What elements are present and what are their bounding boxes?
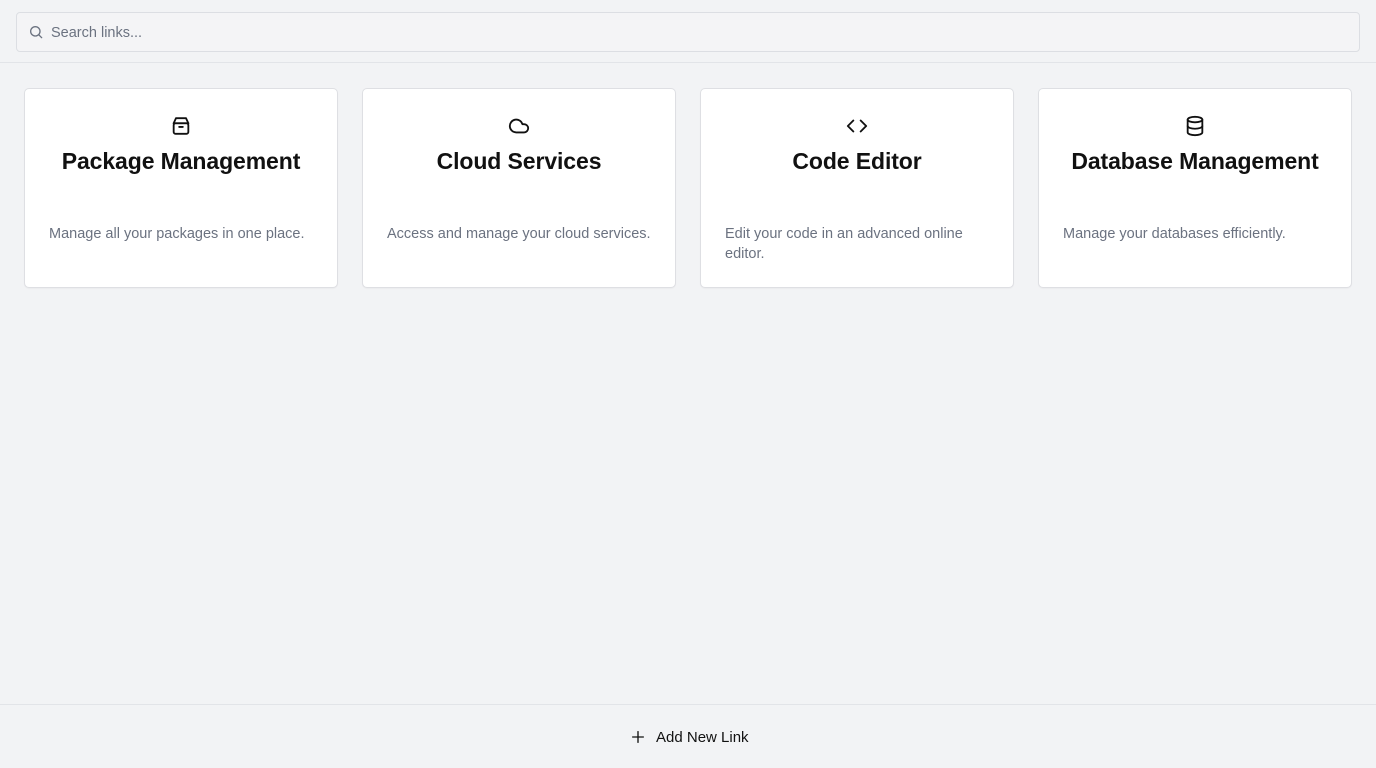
link-card-database-management[interactable]: Database Management Manage your database… — [1038, 88, 1352, 288]
card-description: Manage your databases efficiently. — [1063, 226, 1286, 242]
search-bar-container — [0, 0, 1376, 63]
search-icon — [30, 26, 43, 39]
code-icon — [846, 119, 868, 133]
card-description: Manage all your packages in one place. — [49, 226, 305, 242]
search-box[interactable] — [16, 12, 1360, 53]
link-cards-grid: Package Management Manage all your packa… — [24, 88, 1352, 288]
link-card-package-management[interactable]: Package Management Manage all your packa… — [24, 88, 338, 288]
search-input[interactable] — [49, 13, 1353, 53]
plus-icon — [632, 731, 644, 743]
card-description: Access and manage your cloud services. — [387, 226, 651, 242]
footer-bar: Add New Link — [0, 704, 1376, 768]
card-title: Database Management — [1071, 148, 1319, 174]
cloud-icon — [508, 118, 530, 134]
link-card-code-editor[interactable]: Code Editor Edit your code in an advance… — [700, 88, 1014, 288]
card-title: Package Management — [61, 148, 301, 174]
package-icon — [172, 117, 190, 135]
link-card-cloud-services[interactable]: Cloud Services Access and manage your cl… — [362, 88, 676, 288]
add-new-link-label: Add New Link — [656, 728, 749, 746]
database-icon — [1186, 115, 1204, 137]
card-description: Edit your code in an advanced online edi… — [725, 226, 963, 262]
card-title: Code Editor — [792, 148, 922, 174]
card-title: Cloud Services — [436, 148, 602, 174]
add-new-link-button[interactable]: Add New Link — [622, 720, 756, 754]
